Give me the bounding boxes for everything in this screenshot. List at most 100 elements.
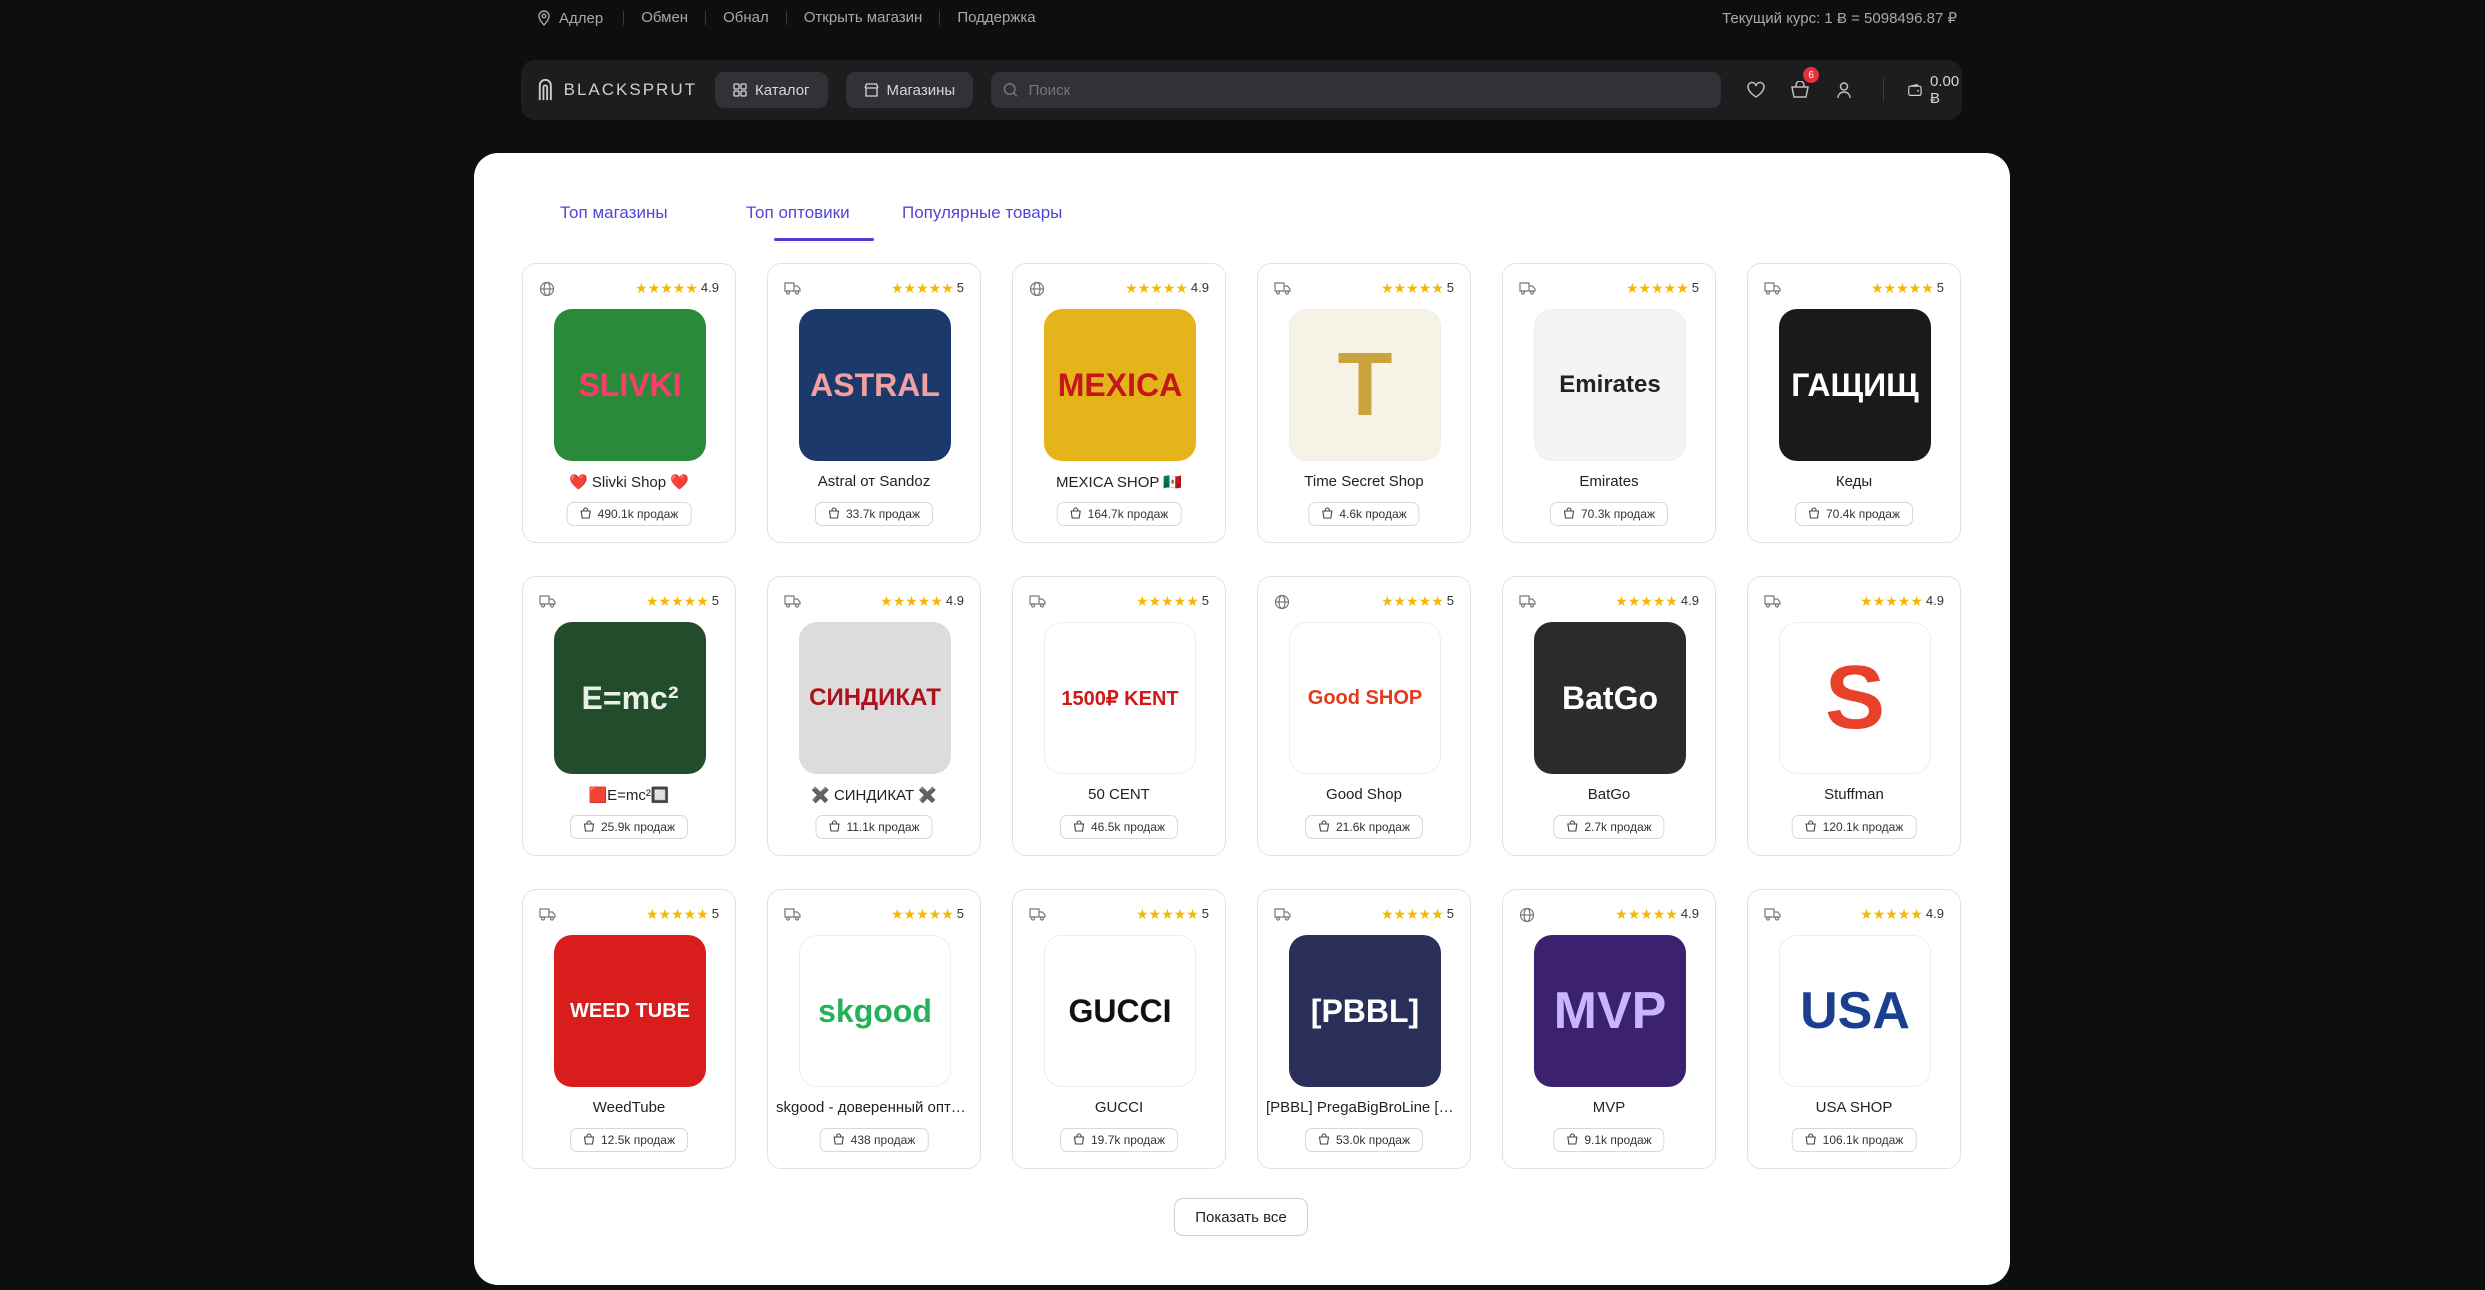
support-link[interactable]: Поддержка — [939, 10, 1052, 25]
shop-logo[interactable]: ASTRAL — [799, 309, 951, 461]
shop-card[interactable]: ★★★★★ 4.9 СИНДИКАТ ✖️ СИНДИКАТ ✖️ 11.1k прод… — [767, 576, 981, 856]
stars-icon: ★★★★★ — [1860, 592, 1923, 609]
shop-name[interactable]: MEXICA SHOP 🇲🇽 — [1021, 473, 1217, 491]
globe-icon — [1029, 281, 1045, 297]
show-all-button[interactable]: Показать все — [1174, 1198, 1308, 1236]
bag-icon — [580, 506, 592, 522]
shop-name[interactable]: 50 CENT — [1021, 786, 1217, 803]
sales-badge: 9.1k продаж — [1553, 1128, 1665, 1152]
shop-logo[interactable]: ГАЩИЩ — [1779, 309, 1931, 461]
shop-name[interactable]: ❤️ Slivki Shop ❤️ — [531, 473, 727, 491]
tab-top-wholesalers[interactable]: Топ оптовики — [746, 203, 902, 241]
shop-logo[interactable]: T — [1289, 309, 1441, 461]
shop-card[interactable]: ★★★★★ 5 T Time Secret Shop 4.6k продаж — [1257, 263, 1471, 543]
tab-top-shops[interactable]: Топ магазины — [560, 203, 746, 241]
shop-card[interactable]: ★★★★★ 5 1500₽ KENT 50 CENT 46.5k продаж — [1012, 576, 1226, 856]
shop-card[interactable]: ★★★★★ 5 E=mc² 🟥E=mc²🔲 25.9k продаж — [522, 576, 736, 856]
shop-name[interactable]: 🟥E=mc²🔲 — [531, 786, 727, 804]
shop-logo[interactable]: 1500₽ KENT — [1044, 622, 1196, 774]
sales-count: 106.1k продаж — [1822, 1133, 1904, 1147]
shop-logo-text: skgood — [818, 992, 932, 1029]
logo[interactable]: BLACKSPRUT — [537, 77, 697, 103]
location[interactable]: Адлер — [537, 10, 603, 27]
exchange-link[interactable]: Обмен — [623, 10, 705, 25]
shop-card[interactable]: ★★★★★ 5 WEED TUBE WeedTube 12.5k продаж — [522, 889, 736, 1169]
search-bar[interactable] — [991, 72, 1722, 108]
shop-logo[interactable]: WEED TUBE — [554, 935, 706, 1087]
shop-card[interactable]: ★★★★★ 5 Emirates Emirates 70.3k продаж — [1502, 263, 1716, 543]
cashout-link[interactable]: Обнал — [705, 10, 786, 25]
tabs: Топ магазины Топ оптовики Популярные тов… — [560, 203, 1062, 241]
shop-logo-text: S — [1824, 647, 1886, 748]
rating: ★★★★★ 5 — [1381, 280, 1454, 295]
shop-logo[interactable]: USA — [1779, 935, 1931, 1087]
profile-button[interactable] — [1833, 79, 1855, 101]
shop-logo[interactable]: MEXICA — [1044, 309, 1196, 461]
shop-card[interactable]: ★★★★★ 4.9 USA USA SHOP 106.1k продаж — [1747, 889, 1961, 1169]
shop-name[interactable]: skgood - доверенный оптовик — [776, 1099, 972, 1116]
catalog-button[interactable]: Каталог — [715, 72, 828, 108]
stars-icon: ★★★★★ — [891, 279, 954, 296]
shop-name[interactable]: Emirates — [1511, 473, 1707, 490]
shop-card[interactable]: ★★★★★ 5 Good SHOP Good Shop 21.6k продаж — [1257, 576, 1471, 856]
sales-count: 53.0k продаж — [1336, 1133, 1410, 1147]
shop-logo[interactable]: Good SHOP — [1289, 622, 1441, 774]
tab-popular-products[interactable]: Популярные товары — [902, 203, 1062, 241]
shop-logo[interactable]: GUCCI — [1044, 935, 1196, 1087]
shop-card[interactable]: ★★★★★ 5 ASTRAL Astral от Sandoz 33.7k продаж — [767, 263, 981, 543]
shop-name[interactable]: MVP — [1511, 1099, 1707, 1116]
shop-card[interactable]: ★★★★★ 4.9 MVP MVP 9.1k продаж — [1502, 889, 1716, 1169]
shop-card[interactable]: ★★★★★ 5 [PBBL] [PBBL] PregaBigBroLine [Прег… — [1257, 889, 1471, 1169]
catalog-label: Каталог — [755, 81, 810, 99]
shop-name[interactable]: Good Shop — [1266, 786, 1462, 803]
shop-logo-text: SLIVKI — [578, 366, 682, 403]
shop-card[interactable]: ★★★★★ 4.9 SLIVKI ❤️ Slivki Shop ❤️ 490.1k пр… — [522, 263, 736, 543]
stars-icon: ★★★★★ — [1860, 905, 1923, 922]
shop-logo[interactable]: СИНДИКАТ — [799, 622, 951, 774]
shops-button[interactable]: Магазины — [845, 72, 974, 108]
cart-button[interactable]: 6 — [1789, 67, 1820, 101]
shop-card[interactable]: ★★★★★ 4.9 S Stuffman 120.1k продаж — [1747, 576, 1961, 856]
shop-logo-text: Emirates — [1559, 371, 1661, 398]
shop-card[interactable]: ★★★★★ 5 GUCCI GUCCI 19.7k продаж — [1012, 889, 1226, 1169]
favorites-button[interactable] — [1745, 79, 1767, 101]
shop-logo-text: E=mc² — [581, 679, 679, 716]
shop-name[interactable]: WeedTube — [531, 1099, 727, 1116]
shop-name[interactable]: ✖️ СИНДИКАТ ✖️ — [776, 786, 972, 804]
globe-icon — [1274, 594, 1290, 610]
logo-text: BLACKSPRUT — [563, 80, 697, 99]
bag-icon — [1321, 506, 1333, 522]
shop-card[interactable]: ★★★★★ 5 ГАЩИЩ Кеды 70.4k продаж — [1747, 263, 1961, 543]
shop-card[interactable]: ★★★★★ 4.9 BatGo BatGo 2.7k продаж — [1502, 576, 1716, 856]
shop-name[interactable]: Кеды — [1756, 473, 1952, 490]
shop-name[interactable]: [PBBL] PregaBigBroLine [Прега] — [1266, 1099, 1462, 1116]
shop-name[interactable]: GUCCI — [1021, 1099, 1217, 1116]
rating-value: 5 — [711, 906, 719, 921]
rating-value: 5 — [1691, 280, 1699, 295]
rating: ★★★★★ 5 — [1136, 906, 1209, 921]
shop-logo[interactable]: skgood — [799, 935, 951, 1087]
shop-card[interactable]: ★★★★★ 4.9 MEXICA MEXICA SHOP 🇲🇽 164.7k прода… — [1012, 263, 1226, 543]
sales-badge: 164.7k продаж — [1056, 502, 1182, 526]
shop-logo[interactable]: SLIVKI — [554, 309, 706, 461]
shop-name[interactable]: Time Secret Shop — [1266, 473, 1462, 490]
shop-logo[interactable]: E=mc² — [554, 622, 706, 774]
top-bar: Адлер Обмен Обнал Открыть магазин Поддер… — [537, 0, 1957, 36]
shop-name[interactable]: USA SHOP — [1756, 1099, 1952, 1116]
wallet-balance[interactable]: 0.00 Ƀ — [1883, 73, 1963, 107]
shop-name[interactable]: BatGo — [1511, 786, 1707, 803]
rating: ★★★★★ 5 — [891, 906, 964, 921]
shop-name[interactable]: Stuffman — [1756, 786, 1952, 803]
shop-logo[interactable]: MVP — [1534, 935, 1686, 1087]
shop-logo[interactable]: [PBBL] — [1289, 935, 1441, 1087]
shop-logo[interactable]: S — [1779, 622, 1931, 774]
shop-logo-text: 1500₽ KENT — [1061, 687, 1179, 710]
search-input[interactable] — [1026, 80, 1710, 100]
shop-logo[interactable]: BatGo — [1534, 622, 1686, 774]
bag-icon — [1318, 819, 1330, 835]
rating-value: 4.9 — [945, 593, 964, 608]
shop-card[interactable]: ★★★★★ 5 skgood skgood - доверенный оптовик 4… — [767, 889, 981, 1169]
shop-name[interactable]: Astral от Sandoz — [776, 473, 972, 490]
shop-logo[interactable]: Emirates — [1534, 309, 1686, 461]
open-shop-link[interactable]: Открыть магазин — [785, 10, 940, 25]
